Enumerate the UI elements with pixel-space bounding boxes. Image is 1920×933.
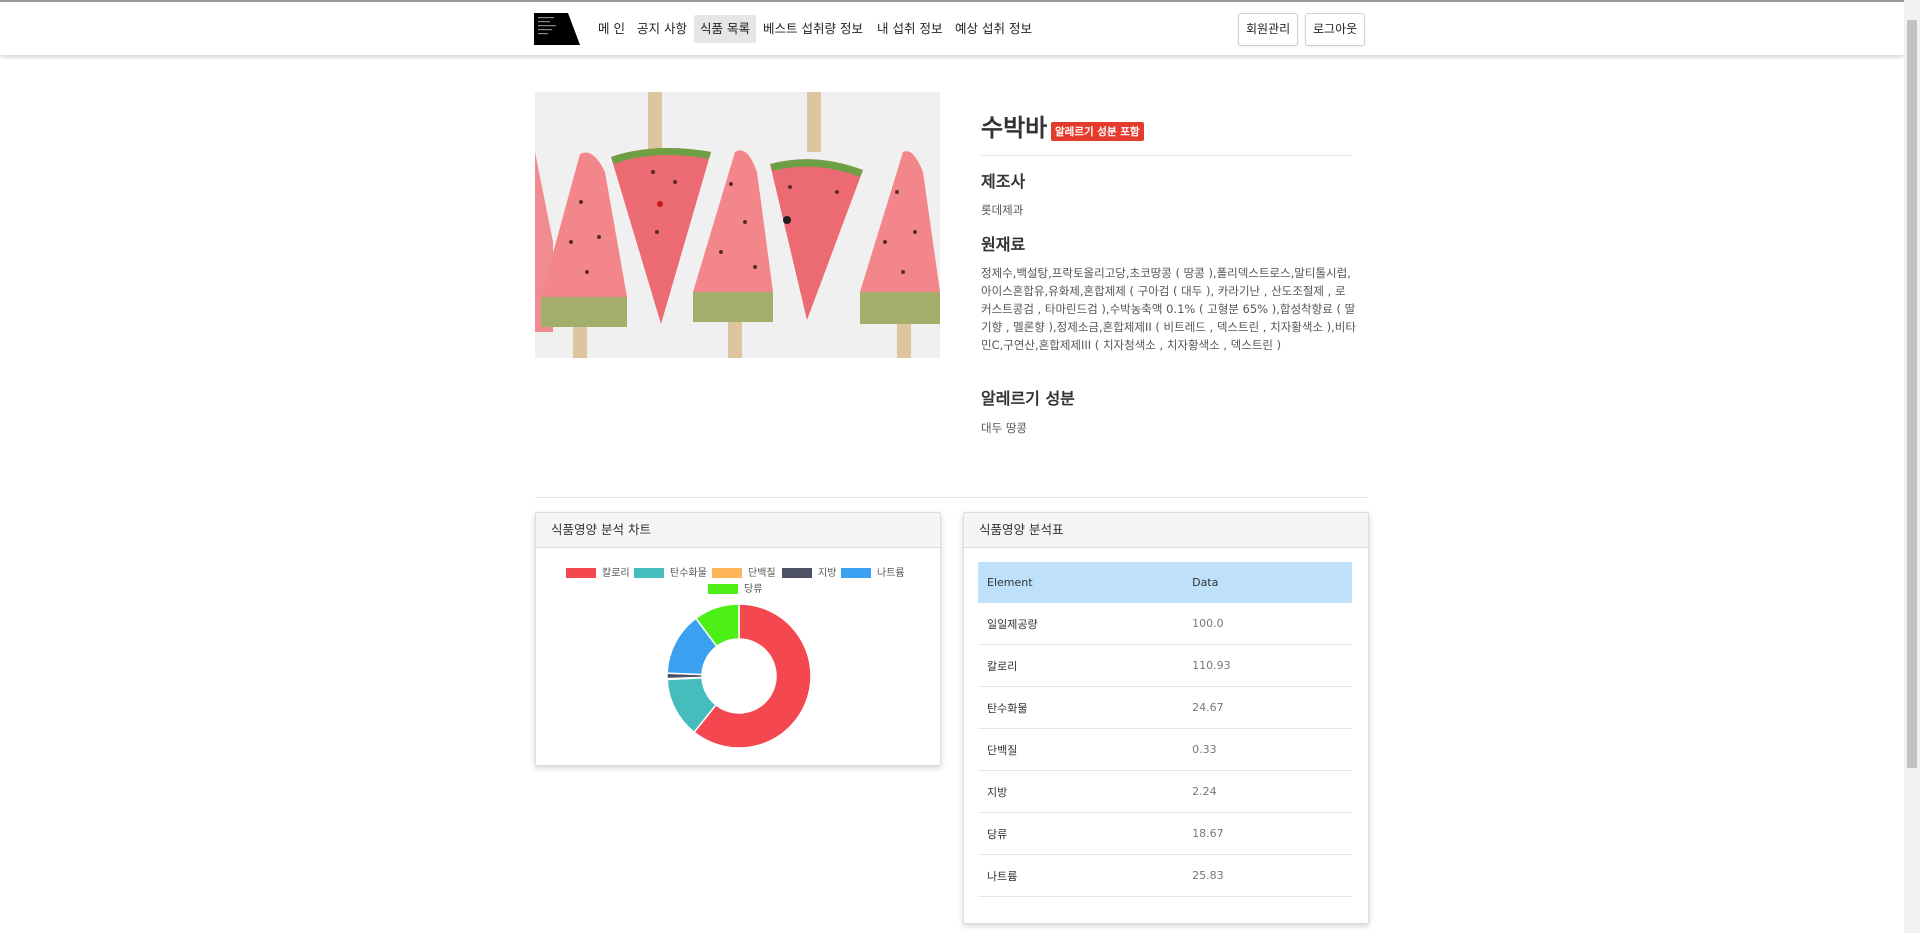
product-image: [535, 92, 940, 358]
row-data: 18.67: [1183, 812, 1352, 855]
row-data: 100.0: [1183, 603, 1352, 645]
table-row: 일일제공량 100.0: [978, 603, 1352, 645]
allergy-badge: 알레르기 성분 포함: [1051, 122, 1144, 141]
legend-label: 지방: [818, 568, 837, 579]
row-data: 2.24: [1183, 770, 1352, 813]
row-element: 나트륨: [978, 854, 1184, 897]
nutrition-donut-chart: [666, 603, 812, 749]
maker-value: 롯데제과: [981, 203, 1024, 217]
legend-label: 당류: [744, 584, 763, 595]
ingredients-value: 정제수,백설탕,프락토올리고당,초코땅콩 ( 땅콩 ),폴리덱스트로스,말티톨시…: [981, 266, 1356, 352]
table-row: 지방 2.24: [978, 770, 1352, 813]
brand-logo[interactable]: [534, 13, 580, 45]
legend-label: 탄수화물: [670, 568, 707, 579]
legend-item[interactable]: 칼로리: [566, 568, 630, 580]
row-element: 단백질: [978, 728, 1184, 771]
table-row: 칼로리 110.93: [978, 644, 1352, 687]
navbar: 메 인 공지 사항 식품 목록 베스트 섭취량 정보 내 섭취 정보 예상 섭취…: [0, 2, 1904, 55]
table-row: 나트륨 25.83: [978, 854, 1352, 897]
row-data: 24.67: [1183, 686, 1352, 729]
member-management-button[interactable]: 회원관리: [1238, 13, 1299, 46]
legend-swatch: [712, 568, 742, 578]
legend-swatch: [782, 568, 812, 578]
title-divider: [981, 155, 1352, 156]
allergy-value: 대두 땅콩: [981, 421, 1027, 435]
table-panel-title: 식품영양 분석표: [964, 513, 1368, 548]
legend-item[interactable]: 탄수화물: [634, 568, 707, 580]
row-data: 0.33: [1183, 728, 1352, 771]
legend-label: 나트륨: [877, 568, 905, 579]
legend-item[interactable]: 나트륨: [841, 568, 905, 580]
nav-main[interactable]: 메 인: [592, 15, 631, 43]
row-element: 당류: [978, 812, 1184, 855]
row-data: 110.93: [1183, 644, 1352, 687]
legend-label: 칼로리: [602, 568, 630, 579]
row-data: 25.83: [1183, 854, 1352, 897]
section-divider: [535, 497, 1367, 498]
nav-food-list[interactable]: 식품 목록: [694, 15, 756, 43]
nutrition-table-panel: 식품영양 분석표 Element Data 일일제공량 100.0 칼로리 110.…: [963, 512, 1369, 924]
logout-button[interactable]: 로그아웃: [1305, 13, 1366, 46]
column-header-data: Data: [1183, 562, 1352, 603]
nutrition-table: Element Data 일일제공량 100.0 칼로리 110.93 탄수화물 24…: [978, 562, 1352, 897]
legend-item[interactable]: 당류: [708, 584, 762, 596]
maker-heading: 제조사: [981, 172, 1026, 191]
product-name: 수박바: [981, 114, 1048, 142]
row-element: 탄수화물: [978, 686, 1184, 729]
nutrition-chart-panel: 식품영양 분석 차트 칼로리 탄수화물 단백질 지방 나트륨당류: [535, 512, 941, 766]
scrollbar-thumb[interactable]: [1907, 20, 1917, 768]
legend-swatch: [708, 584, 738, 594]
legend-label: 단백질: [748, 568, 776, 579]
page-scrollbar[interactable]: [1904, 0, 1920, 933]
table-row: 당류 18.67: [978, 812, 1352, 855]
row-element: 칼로리: [978, 644, 1184, 687]
nav-notice[interactable]: 공지 사항: [631, 15, 693, 43]
legend-item[interactable]: 지방: [782, 568, 836, 580]
legend-item[interactable]: 단백질: [712, 568, 776, 580]
nav-expected-intake[interactable]: 예상 섭취 정보: [949, 15, 1038, 43]
row-element: 일일제공량: [978, 603, 1184, 645]
column-header-element: Element: [978, 562, 1184, 603]
allergy-heading: 알레르기 성분: [981, 389, 1075, 408]
chart-panel-title: 식품영양 분석 차트: [536, 513, 940, 548]
table-header-row: Element Data: [978, 562, 1352, 603]
legend-swatch: [634, 568, 664, 578]
table-row: 단백질 0.33: [978, 728, 1352, 771]
ingredients-heading: 원재료: [981, 235, 1026, 254]
table-row: 탄수화물 24.67: [978, 686, 1352, 729]
legend-swatch: [566, 568, 596, 578]
legend-swatch: [841, 568, 871, 578]
row-element: 지방: [978, 770, 1184, 813]
nav-best-intake[interactable]: 베스트 섭취량 정보: [757, 15, 869, 43]
nav-my-intake[interactable]: 내 섭취 정보: [871, 15, 948, 43]
